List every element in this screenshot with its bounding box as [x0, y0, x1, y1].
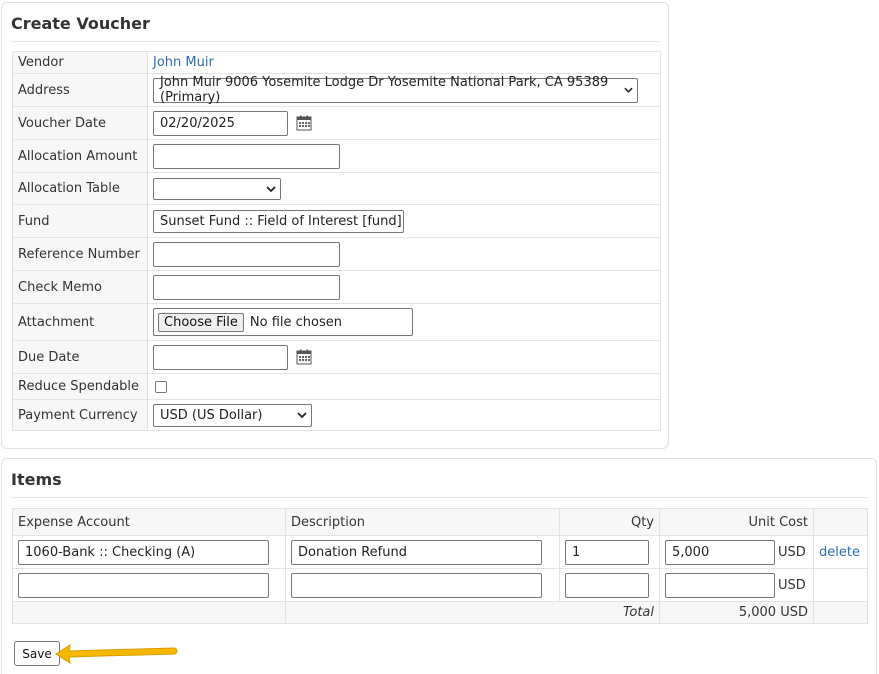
column-header-qty: Qty: [559, 508, 660, 536]
due-date-label: Due Date: [12, 340, 148, 374]
chevron-down-icon: [297, 412, 307, 419]
column-header-expense-account: Expense Account: [12, 508, 286, 536]
currency-label: USD: [778, 544, 806, 560]
table-row: USD: [12, 568, 868, 602]
voucher-date-input[interactable]: 02/20/2025: [153, 110, 288, 136]
column-header-unit-cost: Unit Cost: [659, 508, 814, 536]
reference-number-label: Reference Number: [12, 237, 148, 271]
payment-currency-select[interactable]: USD (US Dollar): [153, 403, 312, 427]
allocation-amount-input[interactable]: [153, 143, 340, 169]
allocation-amount-label: Allocation Amount: [12, 139, 148, 173]
total-spacer: [813, 601, 868, 624]
total-spacer: [12, 601, 286, 624]
payment-currency-value: USD (US Dollar): [160, 407, 263, 423]
attachment-file-input[interactable]: Choose File No file chosen: [153, 308, 413, 336]
create-voucher-title: Create Voucher: [11, 14, 150, 33]
calendar-icon[interactable]: [296, 115, 312, 131]
reduce-spendable-label: Reduce Spendable: [12, 373, 148, 400]
due-date-input[interactable]: [153, 344, 288, 370]
currency-label: USD: [778, 577, 806, 593]
items-title: Items: [11, 470, 62, 489]
unit-cost-input[interactable]: [665, 572, 775, 598]
vendor-link[interactable]: John Muir: [153, 55, 214, 70]
expense-account-input[interactable]: 1060-Bank :: Checking (A): [18, 539, 269, 565]
column-header-description: Description: [285, 508, 560, 536]
calendar-icon[interactable]: [296, 349, 312, 365]
create-voucher-panel: Create Voucher Vendor John Muir Address …: [1, 2, 669, 449]
attachment-status: No file chosen: [249, 314, 342, 330]
voucher-date-label: Voucher Date: [12, 106, 148, 140]
description-input[interactable]: Donation Refund: [291, 539, 542, 565]
items-table: Expense Account Description Qty Unit Cos…: [12, 508, 868, 624]
qty-input[interactable]: [565, 572, 649, 598]
title-divider: [11, 41, 659, 42]
pointer-arrow-icon: [55, 643, 178, 665]
delete-link[interactable]: delete: [819, 545, 860, 560]
title-divider: [11, 497, 867, 498]
expense-account-input[interactable]: [18, 572, 269, 598]
total-value: 5,000 USD: [659, 601, 814, 624]
table-row: 1060-Bank :: Checking (A) Donation Refun…: [12, 535, 868, 569]
column-header-actions: [813, 508, 868, 536]
qty-input[interactable]: 1: [565, 539, 649, 565]
reference-number-input[interactable]: [153, 241, 340, 267]
chevron-down-icon: [266, 185, 276, 192]
check-memo-label: Check Memo: [12, 270, 148, 304]
address-label: Address: [12, 73, 148, 107]
allocation-table-label: Allocation Table: [12, 172, 148, 205]
voucher-form: Vendor John Muir Address John Muir 9006 …: [12, 51, 661, 431]
choose-file-button[interactable]: Choose File: [158, 312, 244, 332]
payment-currency-label: Payment Currency: [12, 399, 148, 431]
address-select-value: John Muir 9006 Yosemite Lodge Dr Yosemit…: [160, 75, 609, 105]
address-select[interactable]: John Muir 9006 Yosemite Lodge Dr Yosemit…: [153, 75, 638, 105]
vendor-label: Vendor: [12, 51, 148, 74]
fund-input[interactable]: Sunset Fund :: Field of Interest [fund] …: [153, 209, 404, 233]
total-label: Total: [285, 601, 660, 624]
unit-cost-input[interactable]: 5,000: [665, 539, 775, 565]
fund-label: Fund: [12, 204, 148, 238]
chevron-down-icon: [624, 87, 633, 93]
allocation-table-select[interactable]: [153, 177, 281, 200]
reduce-spendable-checkbox[interactable]: [155, 380, 167, 393]
description-input[interactable]: [291, 572, 542, 598]
check-memo-input[interactable]: [153, 274, 340, 300]
attachment-label: Attachment: [12, 303, 148, 341]
